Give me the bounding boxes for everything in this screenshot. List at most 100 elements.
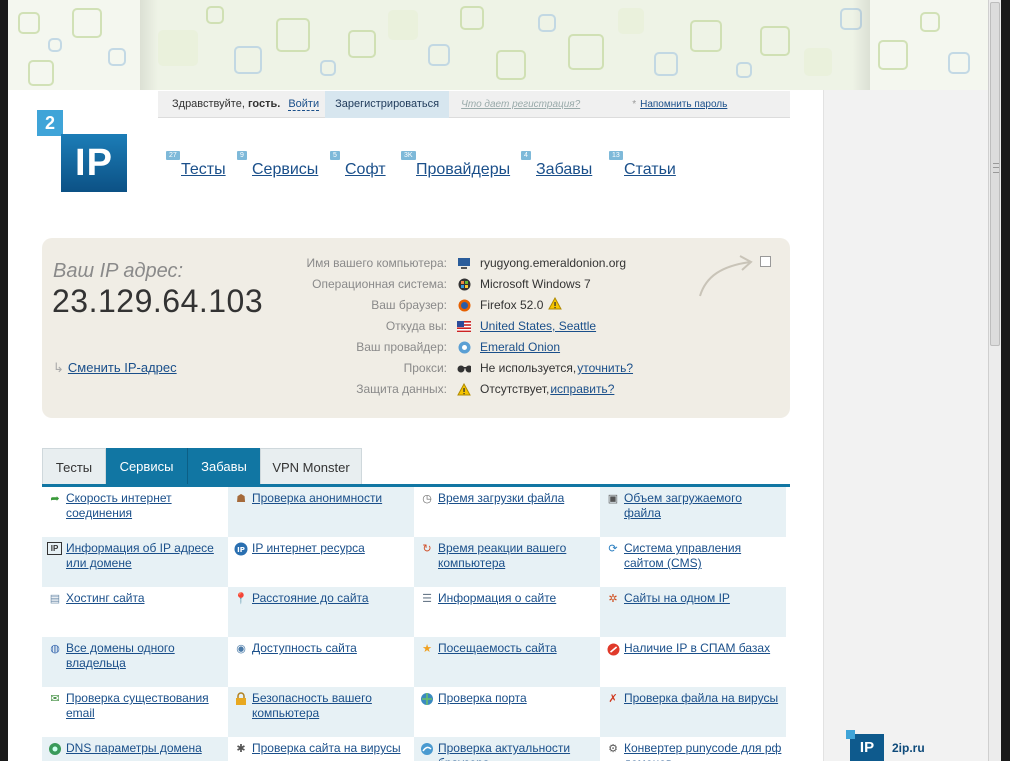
service-link[interactable]: DNS параметры домена bbox=[66, 741, 224, 756]
service-cell[interactable]: IP IP интернет ресурса bbox=[228, 537, 414, 587]
login-bar: Здравствуйте, гость. Войти Зарегистриров… bbox=[158, 90, 790, 118]
info-key: Имя вашего компьютера: bbox=[306, 256, 447, 270]
remind-password-link[interactable]: Напомнить пароль bbox=[640, 99, 727, 110]
curved-arrow-icon bbox=[699, 255, 753, 297]
service-link[interactable]: Время реакции вашего компьютера bbox=[438, 541, 596, 571]
service-link[interactable]: Проверка сайта на вирусы bbox=[252, 741, 410, 756]
service-cell[interactable]: Безопасность вашего компьютера bbox=[228, 687, 414, 737]
service-cell[interactable]: ▤ Хостинг сайта bbox=[42, 587, 228, 637]
service-link[interactable]: Посещаемость сайта bbox=[438, 641, 596, 656]
service-link[interactable]: Система управления сайтом (CMS) bbox=[624, 541, 782, 571]
tab-vpn-monster[interactable]: VPN Monster bbox=[260, 448, 362, 485]
info-key: Ваш провайдер: bbox=[356, 340, 447, 354]
service-link[interactable]: Проверка порта bbox=[438, 691, 596, 706]
svg-text:IP: IP bbox=[237, 546, 245, 554]
tab-services[interactable]: Сервисы bbox=[106, 448, 187, 485]
info-row-browser: Ваш браузер: Firefox 52.0 bbox=[242, 295, 712, 315]
glasses-icon bbox=[457, 362, 471, 375]
service-link[interactable]: Наличие IP в СПАМ базах bbox=[624, 641, 782, 656]
register-button[interactable]: Зарегистрироваться bbox=[325, 90, 450, 118]
vertical-scrollbar[interactable] bbox=[988, 0, 1001, 761]
ip-label: Ваш IP адрес: bbox=[53, 260, 184, 282]
service-link[interactable]: Безопасность вашего компьютера bbox=[252, 691, 410, 721]
nav-label[interactable]: Сервисы bbox=[252, 161, 318, 179]
clock-icon: ◷ bbox=[422, 492, 432, 505]
hide-panel-checkbox[interactable] bbox=[760, 256, 771, 267]
ip-address-value: 23.129.64.103 bbox=[52, 283, 264, 319]
logo-letters: IP bbox=[61, 134, 127, 192]
service-cell[interactable]: ★ Посещаемость сайта bbox=[414, 637, 600, 687]
service-cell[interactable]: ◷ Время загрузки файла bbox=[414, 487, 600, 537]
service-link[interactable]: Время загрузки файла bbox=[438, 491, 596, 506]
service-link[interactable]: Проверка анонимности bbox=[252, 491, 410, 506]
location-link[interactable]: United States, Seattle bbox=[480, 319, 596, 333]
scrollbar-grip-icon bbox=[993, 163, 999, 173]
service-link[interactable]: Информация об IP адресе или домене bbox=[66, 541, 224, 571]
service-link[interactable]: Объем загружаемого файла bbox=[624, 491, 782, 521]
computer-icon bbox=[457, 257, 471, 270]
tab-fun[interactable]: Забавы bbox=[187, 448, 260, 485]
service-cell[interactable]: ☗ Проверка анонимности bbox=[228, 487, 414, 537]
tab-tests[interactable]: Тесты bbox=[42, 448, 106, 485]
service-cell[interactable]: ⚙ Конвертер punycode для рф доменов bbox=[600, 737, 786, 761]
service-cell[interactable]: ➦ Скорость интернет соединения bbox=[42, 487, 228, 537]
service-cell[interactable]: ☰ Информация о сайте bbox=[414, 587, 600, 637]
service-cell[interactable]: ◉ Доступность сайта bbox=[228, 637, 414, 687]
ip-info-panel: Ваш IP адрес: 23.129.64.103 ↳ Сменить IP-… bbox=[42, 238, 790, 418]
service-cell[interactable]: IP Информация об IP адресе или домене bbox=[42, 537, 228, 587]
info-value: Не используется, bbox=[480, 361, 577, 375]
proxy-clarify-link[interactable]: уточнить? bbox=[577, 361, 633, 375]
lock-icon bbox=[233, 692, 249, 706]
change-ip-link[interactable]: ↳ Сменить IP-адрес bbox=[53, 360, 177, 376]
service-link[interactable]: Хостинг сайта bbox=[66, 591, 224, 606]
service-link[interactable]: Скорость интернет соединения bbox=[66, 491, 224, 521]
scrollbar-thumb[interactable] bbox=[990, 2, 1000, 346]
login-link[interactable]: Войти bbox=[288, 98, 320, 111]
service-cell[interactable]: Наличие IP в СПАМ базах bbox=[600, 637, 786, 687]
no-spam-icon bbox=[605, 642, 621, 656]
nav-label[interactable]: Софт bbox=[345, 161, 386, 179]
footer-logo[interactable]: IP 2ip.ru bbox=[846, 730, 925, 761]
nav-label[interactable]: Провайдеры bbox=[416, 161, 510, 179]
ip-circle-icon: IP bbox=[233, 542, 249, 556]
speed-arrow-icon: ➦ bbox=[50, 492, 60, 505]
service-cell[interactable]: ⟳ Система управления сайтом (CMS) bbox=[600, 537, 786, 587]
info-key: Откуда вы: bbox=[385, 319, 447, 333]
info-row-location: Откуда вы: United States, Seattle bbox=[242, 316, 712, 336]
service-cell[interactable]: ✗ Проверка файла на вирусы bbox=[600, 687, 786, 737]
reaction-icon: ↻ bbox=[422, 542, 432, 555]
protection-fix-link[interactable]: исправить? bbox=[550, 382, 614, 396]
service-cell[interactable]: Проверка актуальности браузера bbox=[414, 737, 600, 761]
service-link[interactable]: Все домены одного владельца bbox=[66, 641, 224, 671]
service-link[interactable]: Информация о сайте bbox=[438, 591, 596, 606]
email-icon: ✉ bbox=[50, 692, 60, 705]
service-cell[interactable]: 📍 Расстояние до сайта bbox=[228, 587, 414, 637]
info-key: Операционная система: bbox=[312, 277, 447, 291]
provider-link[interactable]: Emerald Onion bbox=[480, 340, 560, 354]
service-cell[interactable]: ◍ Все домены одного владельца bbox=[42, 637, 228, 687]
service-cell[interactable]: Проверка порта bbox=[414, 687, 600, 737]
service-cell[interactable]: ✱ Проверка сайта на вирусы bbox=[228, 737, 414, 761]
service-cell[interactable]: ▣ Объем загружаемого файла bbox=[600, 487, 786, 537]
nav-label[interactable]: Статьи bbox=[624, 161, 676, 179]
service-link[interactable]: Доступность сайта bbox=[252, 641, 410, 656]
footer-logo-text: 2ip.ru bbox=[892, 740, 925, 755]
service-link[interactable]: IP интернет ресурса bbox=[252, 541, 410, 556]
service-link[interactable]: Расстояние до сайта bbox=[252, 591, 410, 606]
service-cell[interactable]: ✲ Сайты на одном IP bbox=[600, 587, 786, 637]
site-logo[interactable]: 2 IP bbox=[37, 110, 132, 196]
service-cell[interactable]: ✉ Проверка существования email bbox=[42, 687, 228, 737]
service-link[interactable]: Проверка файла на вирусы bbox=[624, 691, 782, 706]
service-link[interactable]: Сайты на одном IP bbox=[624, 591, 782, 606]
cms-icon: ⟳ bbox=[608, 542, 618, 555]
globe-icon: ◉ bbox=[236, 642, 246, 655]
service-link[interactable]: Конвертер punycode для рф доменов bbox=[624, 741, 782, 761]
nav-label[interactable]: Тесты bbox=[181, 161, 226, 179]
nav-label[interactable]: Забавы bbox=[536, 161, 592, 179]
service-link[interactable]: Проверка существования email bbox=[66, 691, 224, 721]
service-cell[interactable]: ↻ Время реакции вашего компьютера bbox=[414, 537, 600, 587]
what-registration-gives-link[interactable]: Что дает регистрация? bbox=[461, 99, 580, 110]
service-link[interactable]: Проверка актуальности браузера bbox=[438, 741, 596, 761]
nav-badge: 13 bbox=[609, 151, 623, 160]
service-cell[interactable]: DNS параметры домена bbox=[42, 737, 228, 761]
